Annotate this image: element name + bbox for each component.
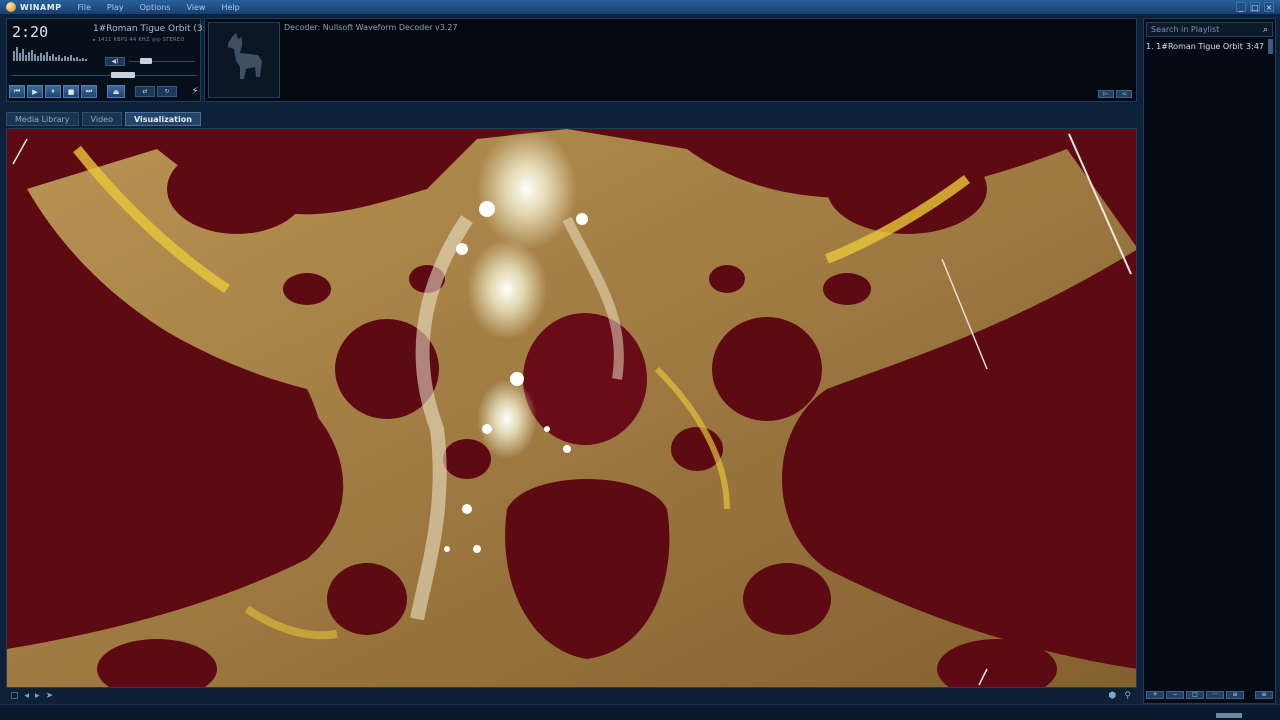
album-art[interactable] <box>208 22 280 98</box>
spectrum-bar <box>34 54 36 61</box>
spectrum-bar <box>52 54 54 61</box>
spectrum-bar <box>25 55 27 61</box>
spectrum-bar <box>46 52 48 61</box>
menu-help[interactable]: Help <box>221 3 239 12</box>
spectrum-bar <box>85 59 87 61</box>
stream-info: ▸ 1411 KBPS 44 KHZ ◎◎ STEREO <box>93 37 185 43</box>
playlist-manage-button[interactable]: ≡ <box>1226 691 1244 699</box>
speaker-icon[interactable]: ◀) <box>105 57 125 66</box>
playlist-item-title: 1. 1#Roman Tigue Orbit <box>1146 42 1243 51</box>
search-icon[interactable]: ⌕ <box>1263 24 1268 37</box>
back-icon[interactable]: ◂ <box>25 691 30 701</box>
pause-button[interactable]: ⏸ <box>45 85 61 98</box>
elapsed-time[interactable]: 2:20 <box>12 23 48 41</box>
playlist-scrollbar[interactable] <box>1268 39 1273 54</box>
settings-icon[interactable]: ⬢ <box>1109 691 1117 701</box>
seek-bar[interactable] <box>11 75 197 76</box>
spectrum-bar <box>70 55 72 61</box>
title-bar[interactable]: WINAMP File Play Options View Help _ □ × <box>0 0 1280 15</box>
winamp-logo: WINAMP <box>6 2 62 12</box>
playlist-options-button[interactable]: ≡ <box>1255 691 1273 699</box>
player-panel: 2:20 1#Roman Tigue Orbit (3:47) ▸ 1411 K… <box>6 18 221 102</box>
spectrum-bar <box>49 56 51 61</box>
spectrum-bar <box>76 57 78 61</box>
info-panel-button[interactable]: ·▫ <box>1116 90 1132 98</box>
shuffle-button[interactable]: ⇄ <box>135 86 155 97</box>
spectrum-bar <box>58 55 60 61</box>
tab-media-library[interactable]: Media Library <box>6 112 79 126</box>
visualization-toolbar: ▢ ◂ ▸ ➤ ⬢ ⚲ <box>6 688 1137 704</box>
window-icon[interactable]: ▢ <box>10 691 19 701</box>
stop-button[interactable]: ■ <box>63 85 79 98</box>
status-bar <box>0 704 1280 720</box>
tab-visualization[interactable]: Visualization <box>124 112 201 126</box>
spectrum-bar <box>61 58 63 61</box>
lightning-logo-icon <box>6 2 16 12</box>
spectrum-bar <box>73 58 75 61</box>
menu-options[interactable]: Options <box>140 3 171 12</box>
song-title: 1#Roman Tigue Orbit (3:47) <box>93 24 221 34</box>
visualization-image <box>7 129 1136 687</box>
repeat-button[interactable]: ↻ <box>157 86 177 97</box>
previous-button[interactable]: ⏮ <box>9 85 25 98</box>
transport-controls: ⏮ ▶ ⏸ ■ ⏭ ⏏ ⇄ ↻ ⚡ <box>9 85 201 98</box>
tab-bar: Media Library Video Visualization <box>6 112 201 126</box>
play-button[interactable]: ▶ <box>27 85 43 98</box>
playlist-remove-button[interactable]: − <box>1166 691 1184 699</box>
spectrum-bar <box>67 57 69 61</box>
spectrum-bar <box>19 53 21 61</box>
spectrum-bar <box>37 56 39 61</box>
spectrum-bar <box>28 52 30 61</box>
forward-icon[interactable]: ▸ <box>35 691 40 701</box>
search-placeholder: Search in Playlist <box>1151 25 1220 34</box>
menu-file[interactable]: File <box>78 3 91 12</box>
maximize-button[interactable]: □ <box>1250 2 1260 12</box>
playlist-footer: + − □ ··· ≡ ≡ <box>1146 689 1273 701</box>
minimize-button[interactable]: _ <box>1236 2 1246 12</box>
llama-icon <box>228 33 262 79</box>
eject-button[interactable]: ⏏ <box>107 85 125 98</box>
menu-play[interactable]: Play <box>107 3 124 12</box>
info-panel-button[interactable]: ▷· <box>1098 90 1114 98</box>
playlist-panel: Search in Playlist ⌕ 1. 1#Roman Tigue Or… <box>1143 18 1276 704</box>
info-panel: Decoder: Nullsoft Waveform Decoder v3.27… <box>204 18 1137 102</box>
next-button[interactable]: ⏭ <box>81 85 97 98</box>
app-name: WINAMP <box>20 2 62 12</box>
spectrum-bar <box>31 50 33 61</box>
winamp-window: WINAMP File Play Options View Help _ □ ×… <box>0 0 1280 720</box>
spectrum-bar <box>79 59 81 61</box>
spectrum-bar <box>55 57 57 61</box>
menu-view[interactable]: View <box>186 3 205 12</box>
tab-video[interactable]: Video <box>81 112 122 126</box>
spectrum-bar <box>40 53 42 61</box>
spectrum-analyzer[interactable] <box>13 45 91 61</box>
close-button[interactable]: × <box>1264 2 1274 12</box>
spectrum-bar <box>16 47 18 61</box>
visualization-canvas[interactable] <box>6 128 1137 688</box>
playlist-search-input[interactable]: Search in Playlist ⌕ <box>1146 22 1273 37</box>
lightning-icon[interactable]: ⚡ <box>189 85 201 98</box>
decoder-info: Decoder: Nullsoft Waveform Decoder v3.27 <box>284 23 458 32</box>
playlist-item-duration: 3:47 <box>1246 42 1264 51</box>
tools-icon[interactable]: ⚲ <box>1124 691 1131 701</box>
next-preset-icon[interactable]: ➤ <box>46 691 54 701</box>
spectrum-bar <box>82 58 84 61</box>
spectrum-bar <box>13 51 15 61</box>
spectrum-bar <box>22 49 24 61</box>
seek-slider-thumb[interactable] <box>111 72 136 78</box>
spectrum-bar <box>43 55 45 61</box>
volume-control: ◀) <box>105 57 197 67</box>
playlist-misc-button[interactable]: ··· <box>1206 691 1224 699</box>
spectrum-bar <box>64 56 66 61</box>
playlist-select-button[interactable]: □ <box>1186 691 1204 699</box>
volume-slider-thumb[interactable] <box>139 58 152 64</box>
status-indicator <box>1216 713 1242 718</box>
playlist-add-button[interactable]: + <box>1146 691 1164 699</box>
playlist-item[interactable]: 1. 1#Roman Tigue Orbit 3:47 <box>1146 42 1264 51</box>
volume-track[interactable] <box>129 61 195 62</box>
